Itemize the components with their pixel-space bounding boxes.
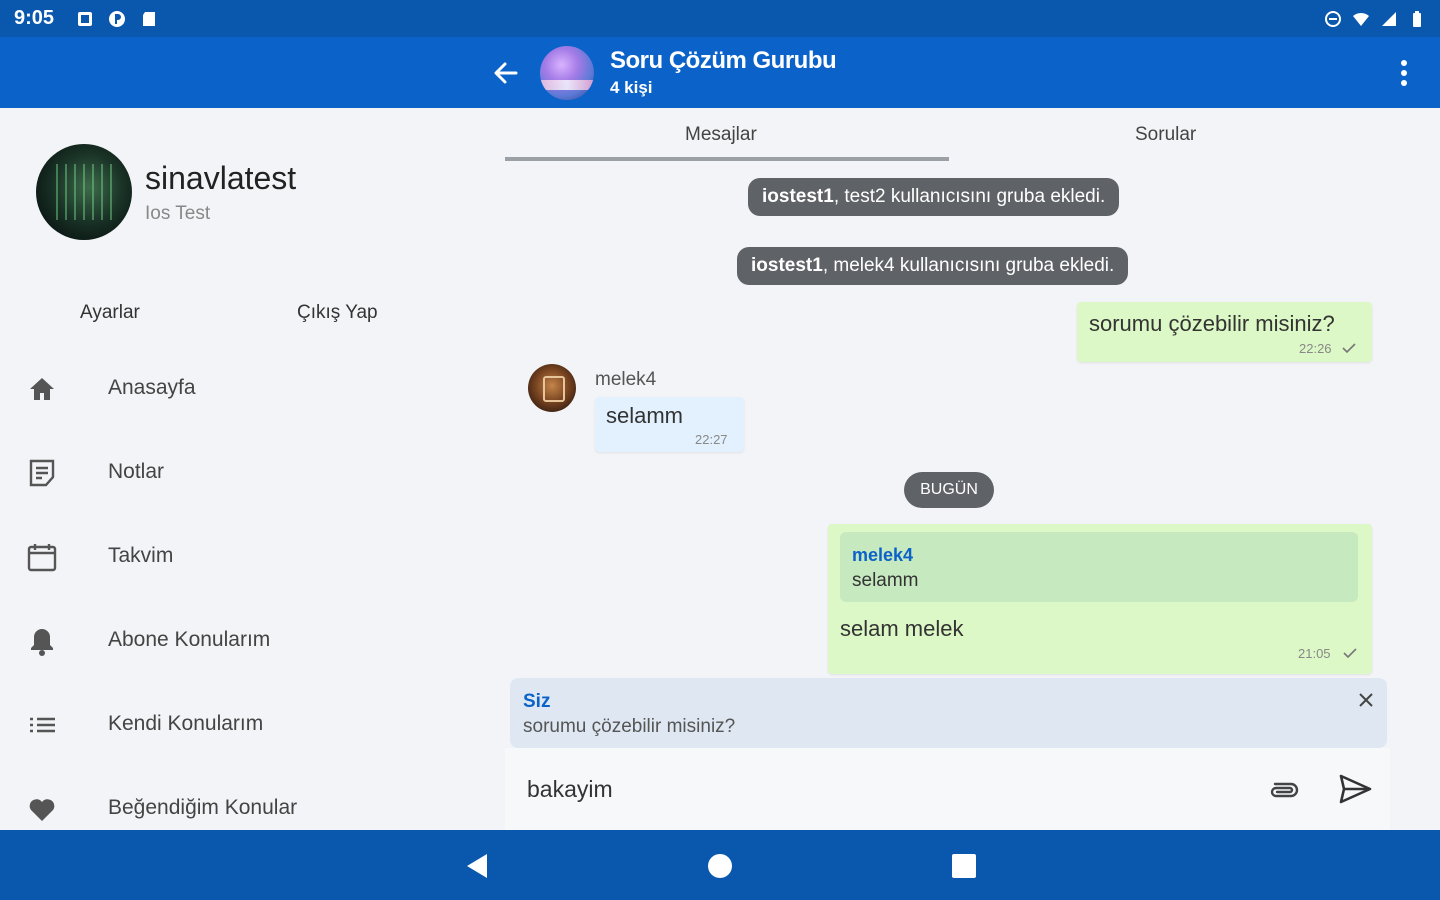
system-message-text: , melek4 kullanıcısını gruba ekledi.	[822, 255, 1115, 276]
photo-icon	[78, 11, 93, 26]
message-text: selam melek	[840, 616, 964, 641]
system-message-text: , test2 kullanıcısını gruba ekledi.	[833, 186, 1106, 207]
more-vert-icon[interactable]	[1392, 55, 1416, 91]
message-text: sorumu çözebilir misiniz?	[1089, 311, 1335, 336]
status-time: 9:05	[14, 7, 55, 29]
system-message: iostest1, test2 kullanıcısını gruba ekle…	[748, 178, 1120, 216]
group-title[interactable]: Soru Çözüm Gurubu	[610, 47, 837, 75]
heart-icon	[29, 799, 55, 821]
logout-link[interactable]: Çıkış Yap	[297, 302, 378, 324]
nav-item-notlar[interactable]: Notlar	[0, 442, 500, 502]
incoming-message[interactable]: selamm 22:27	[595, 397, 744, 452]
send-icon[interactable]	[1338, 772, 1372, 806]
sd-card-icon	[143, 11, 156, 26]
profile-name: sinavlatest	[145, 160, 297, 196]
message-time: 21:05	[1298, 646, 1331, 661]
nav-back-icon[interactable]	[461, 850, 493, 882]
quoted-message[interactable]: melek4 selamm	[840, 532, 1358, 602]
nav-recents-icon[interactable]	[948, 850, 980, 882]
nav-item-kendi-konularim[interactable]: Kendi Konularım	[0, 694, 500, 754]
settings-link[interactable]: Ayarlar	[80, 302, 140, 324]
app-bar: Soru Çözüm Gurubu 4 kişi	[0, 37, 1440, 108]
group-avatar[interactable]	[540, 46, 594, 100]
nav-label: Notlar	[108, 460, 165, 483]
battery-icon	[1413, 10, 1421, 27]
system-message-user: iostest1	[751, 255, 823, 276]
tab-indicator	[505, 157, 949, 161]
nav-item-begendigim-konular[interactable]: Beğendiğim Konular	[0, 778, 500, 830]
sender-name: melek4	[595, 369, 657, 390]
sender-avatar[interactable]	[528, 364, 576, 412]
system-message-user: iostest1	[762, 186, 834, 207]
chat-panel: Mesajlar Sorular iostest1, test2 kullanı…	[500, 108, 1400, 830]
nav-home-icon[interactable]	[704, 850, 736, 882]
group-member-count: 4 kişi	[610, 78, 653, 97]
vpn-icon	[109, 10, 126, 27]
tab-mesajlar[interactable]: Mesajlar	[685, 124, 757, 146]
reply-sender: Siz	[523, 691, 551, 712]
nav-label: Takvim	[108, 544, 174, 567]
reply-text: sorumu çözebilir misiniz?	[523, 716, 736, 737]
nav-label: Beğendiğim Konular	[108, 796, 298, 819]
message-time: 22:27	[695, 432, 728, 447]
signal-icon	[1382, 11, 1396, 26]
message-composer	[505, 748, 1390, 830]
message-input[interactable]	[525, 766, 1249, 812]
check-icon	[1343, 648, 1357, 659]
list-icon	[30, 717, 55, 733]
profile-subtitle: Ios Test	[145, 203, 211, 224]
check-icon	[1342, 343, 1356, 354]
date-separator: BUGÜN	[904, 472, 994, 508]
attach-icon[interactable]	[1267, 778, 1301, 802]
nav-item-takvim[interactable]: Takvim	[0, 526, 500, 586]
message-time: 22:26	[1299, 341, 1332, 356]
message-text: selamm	[606, 403, 684, 428]
nav-label: Abone Konularım	[108, 628, 271, 651]
status-bar: 9:05	[0, 0, 1440, 37]
close-icon[interactable]	[1357, 691, 1375, 709]
arrow-left-icon[interactable]	[488, 55, 524, 91]
profile-avatar[interactable]	[36, 144, 132, 240]
wifi-icon	[1353, 12, 1369, 26]
system-navigation-bar	[0, 830, 1440, 900]
quoted-sender: melek4	[852, 545, 914, 565]
outgoing-reply-message[interactable]: melek4 selamm selam melek 21:05	[828, 524, 1372, 674]
nav-item-anasayfa[interactable]: Anasayfa	[0, 358, 500, 418]
quoted-text: selamm	[852, 570, 919, 591]
status-right-icons	[1324, 10, 1426, 28]
reply-preview: Siz sorumu çözebilir misiniz?	[510, 678, 1387, 748]
bell-icon	[31, 629, 53, 656]
outgoing-message[interactable]: sorumu çözebilir misiniz? 22:26	[1077, 302, 1372, 362]
notes-icon	[29, 459, 55, 487]
tab-sorular[interactable]: Sorular	[1135, 124, 1196, 146]
nav-item-abone-konularim[interactable]: Abone Konularım	[0, 610, 500, 670]
system-message: iostest1, melek4 kullanıcısını gruba ekl…	[737, 247, 1129, 285]
nav-label: Kendi Konularım	[108, 712, 264, 735]
calendar-icon	[27, 544, 57, 572]
nav-label: Anasayfa	[108, 376, 196, 399]
home-icon	[30, 378, 54, 400]
navigation-drawer: sinavlatest Ios Test Ayarlar Çıkış Yap A…	[0, 108, 500, 830]
dnd-icon	[1325, 10, 1341, 27]
